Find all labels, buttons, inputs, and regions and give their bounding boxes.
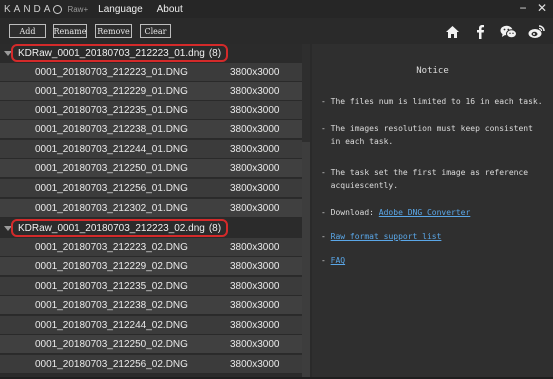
faq-prefix: - bbox=[321, 256, 331, 265]
menu-language[interactable]: Language bbox=[98, 4, 143, 15]
table-row[interactable]: 0001_20180703_212229_02.DNG 3800x3000 bbox=[0, 257, 302, 276]
file-name: 0001_20180703_212244_02.DNG bbox=[35, 319, 188, 331]
file-name: 0001_20180703_212250_02.DNG bbox=[35, 338, 188, 350]
table-row[interactable]: 0001_20180703_212250_02.DNG 3800x3000 bbox=[0, 335, 302, 354]
table-row[interactable]: 0001_20180703_212302_01.DNG 3800x3000 bbox=[0, 199, 302, 218]
facebook-icon[interactable] bbox=[471, 23, 488, 40]
file-name: 0001_20180703_212229_01.DNG bbox=[35, 85, 188, 97]
faq-line: - FAQ bbox=[321, 254, 549, 267]
table-row[interactable]: 0001_20180703_212223_01.DNG 3800x3000 bbox=[0, 63, 302, 82]
group-title-highlight[interactable]: KDRaw_0001_20180703_212223_01.dng (8) bbox=[11, 44, 229, 62]
file-name: 0001_20180703_212302_01.DNG bbox=[35, 202, 188, 214]
adobe-dng-converter-link[interactable]: Adobe DNG Converter bbox=[379, 208, 471, 217]
rename-button[interactable]: Rename bbox=[53, 24, 87, 38]
minimize-button[interactable]: − bbox=[516, 1, 530, 15]
file-resolution: 3800x3000 bbox=[230, 280, 280, 292]
table-row[interactable]: 0001_20180703_212250_01.DNG 3800x3000 bbox=[0, 159, 302, 178]
wechat-icon[interactable] bbox=[500, 23, 517, 40]
notice-item: - The images resolution must keep consis… bbox=[321, 124, 533, 146]
weibo-icon[interactable] bbox=[528, 23, 545, 40]
app-logo: KANDA Raw+ bbox=[4, 4, 88, 15]
file-name: 0001_20180703_212235_01.DNG bbox=[35, 104, 188, 116]
table-row[interactable]: 0001_20180703_212235_01.DNG 3800x3000 bbox=[0, 101, 302, 120]
group-count: (8) bbox=[208, 47, 222, 59]
file-resolution: 3800x3000 bbox=[230, 319, 280, 331]
file-resolution: 3800x3000 bbox=[230, 85, 280, 97]
home-icon[interactable] bbox=[444, 23, 461, 40]
file-name: 0001_20180703_212238_01.DNG bbox=[35, 123, 188, 135]
raw-support-line: - Raw format support list bbox=[321, 230, 549, 243]
brand-suffix: Raw+ bbox=[67, 4, 89, 14]
table-row[interactable]: 0001_20180703_212229_01.DNG 3800x3000 bbox=[0, 82, 302, 101]
file-name: 0001_20180703_212256_01.DNG bbox=[35, 182, 188, 194]
table-row[interactable]: 0001_20180703_212244_01.DNG 3800x3000 bbox=[0, 140, 302, 159]
close-button[interactable]: ✕ bbox=[535, 1, 549, 15]
file-name: 0001_20180703_212250_01.DNG bbox=[35, 162, 188, 174]
table-row[interactable]: 0001_20180703_212244_02.DNG 3800x3000 bbox=[0, 316, 302, 335]
raw-format-support-link[interactable]: Raw format support list bbox=[331, 232, 442, 241]
title-bar: KANDA Raw+ Language About bbox=[0, 0, 553, 18]
file-name: 0001_20180703_212235_02.DNG bbox=[35, 280, 188, 292]
remove-button[interactable]: Remove bbox=[95, 24, 132, 38]
file-resolution: 3800x3000 bbox=[230, 299, 280, 311]
file-resolution: 3800x3000 bbox=[230, 182, 280, 194]
table-row[interactable]: 0001_20180703_212235_02.DNG 3800x3000 bbox=[0, 277, 302, 296]
add-button[interactable]: Add bbox=[9, 24, 46, 38]
group-count: (8) bbox=[208, 222, 222, 234]
notice-title: Notice bbox=[416, 66, 449, 76]
file-resolution: 3800x3000 bbox=[230, 202, 280, 214]
file-name: 0001_20180703_212238_02.DNG bbox=[35, 299, 188, 311]
table-row[interactable]: 0001_20180703_212256_01.DNG 3800x3000 bbox=[0, 179, 302, 198]
download-label: - Download: bbox=[321, 208, 379, 217]
brand-mark-icon bbox=[53, 4, 63, 14]
group-title: KDRaw_0001_20180703_212223_01.dng bbox=[18, 47, 205, 59]
brand-name: KANDA bbox=[4, 3, 54, 15]
file-resolution: 3800x3000 bbox=[230, 104, 280, 116]
file-name: 0001_20180703_212244_01.DNG bbox=[35, 143, 188, 155]
file-resolution: 3800x3000 bbox=[230, 338, 280, 350]
file-resolution: 3800x3000 bbox=[230, 260, 280, 272]
scrollbar-thumb[interactable] bbox=[302, 142, 310, 379]
download-line: - Download: Adobe DNG Converter bbox=[321, 206, 549, 219]
table-row[interactable]: 0001_20180703_212256_02.DNG 3800x3000 bbox=[0, 355, 302, 374]
faq-link[interactable]: FAQ bbox=[331, 256, 345, 265]
file-name: 0001_20180703_212223_01.DNG bbox=[35, 66, 188, 78]
group-title: KDRaw_0001_20180703_212223_02.dng bbox=[18, 222, 205, 234]
notice-item: - The files num is limited to 16 in each… bbox=[321, 97, 543, 106]
file-resolution: 3800x3000 bbox=[230, 66, 280, 78]
notice-panel: Notice - The files num is limited to 16 … bbox=[312, 44, 553, 379]
notice-item: - The task set the first image as refere… bbox=[321, 168, 529, 190]
file-resolution: 3800x3000 bbox=[230, 143, 280, 155]
table-row[interactable]: 0001_20180703_212238_01.DNG 3800x3000 bbox=[0, 120, 302, 139]
file-resolution: 3800x3000 bbox=[230, 358, 280, 370]
group-title-highlight[interactable]: KDRaw_0001_20180703_212223_02.dng (8) bbox=[11, 219, 229, 237]
raw-support-prefix: - bbox=[321, 232, 331, 241]
file-resolution: 3800x3000 bbox=[230, 162, 280, 174]
file-resolution: 3800x3000 bbox=[230, 241, 280, 253]
table-row[interactable]: 0001_20180703_212238_02.DNG 3800x3000 bbox=[0, 296, 302, 315]
file-list-panel: KDRaw_0001_20180703_212223_01.dng (8) 00… bbox=[0, 44, 310, 379]
clear-button[interactable]: Clear bbox=[140, 24, 171, 38]
menu-about[interactable]: About bbox=[157, 4, 183, 15]
menu-bar: Language About bbox=[98, 4, 197, 15]
file-resolution: 3800x3000 bbox=[230, 123, 280, 135]
file-name: 0001_20180703_212223_02.DNG bbox=[35, 241, 188, 253]
table-row[interactable]: 0001_20180703_212223_02.DNG 3800x3000 bbox=[0, 238, 302, 257]
file-name: 0001_20180703_212256_02.DNG bbox=[35, 358, 188, 370]
file-name: 0001_20180703_212229_02.DNG bbox=[35, 260, 188, 272]
